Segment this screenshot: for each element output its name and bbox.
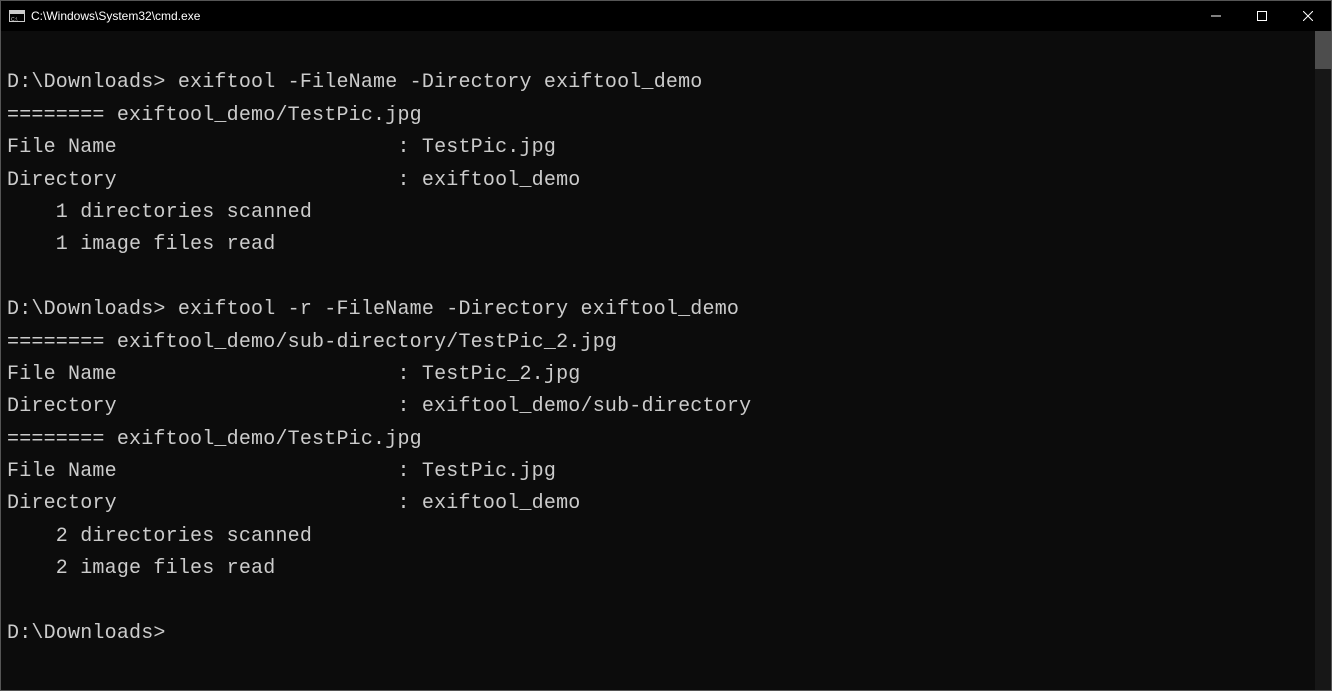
maximize-button[interactable] [1239,1,1285,31]
scrollbar-thumb[interactable] [1315,31,1331,69]
minimize-icon [1211,11,1221,21]
vertical-scrollbar[interactable] [1315,31,1331,690]
window-title: C:\Windows\System32\cmd.exe [31,9,200,23]
window-titlebar: C:\Windows\System32\cmd.exe [1,1,1331,31]
terminal-body: D:\Downloads> exiftool -FileName -Direct… [1,31,1331,690]
minimize-button[interactable] [1193,1,1239,31]
close-icon [1303,11,1313,21]
close-button[interactable] [1285,1,1331,31]
maximize-icon [1257,11,1267,21]
window-controls [1193,1,1331,31]
cmd-icon [9,10,25,22]
terminal-output[interactable]: D:\Downloads> exiftool -FileName -Direct… [1,31,1315,690]
titlebar-left: C:\Windows\System32\cmd.exe [1,9,200,23]
